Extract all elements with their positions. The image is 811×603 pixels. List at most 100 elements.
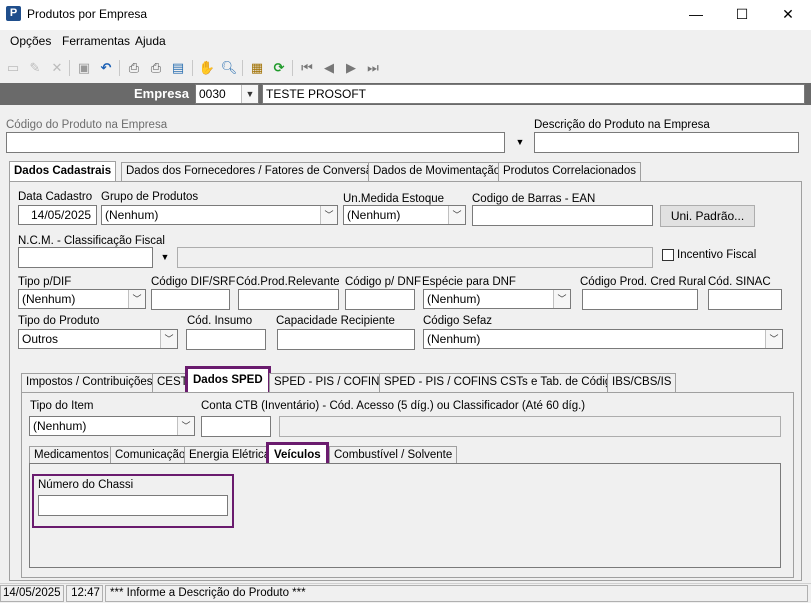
capacidade-input[interactable] — [277, 329, 415, 350]
especie-dnf-value: (Nenhum) — [427, 292, 481, 306]
toolbar-separator — [119, 60, 120, 76]
tipo-dif-value: (Nenhum) — [22, 292, 76, 306]
conta-ctb-input[interactable] — [201, 416, 271, 437]
cod-insumo-input[interactable] — [186, 329, 266, 350]
sinac-input[interactable] — [708, 289, 782, 310]
unmedida-select[interactable]: (Nenhum) ﹀ — [343, 205, 466, 225]
data-cadastro-value: 14/05/2025 — [31, 208, 92, 222]
status-date: 14/05/2025 — [0, 585, 64, 602]
menu-ferramentas[interactable]: Ferramentas — [62, 34, 130, 48]
codigo-dif-label: Código DIF/SRF — [151, 276, 236, 288]
minimize-button[interactable]: — — [673, 0, 719, 30]
chassi-input[interactable] — [38, 495, 228, 516]
descricao-produto-input[interactable] — [534, 132, 799, 153]
unmedida-label: Un.Medida Estoque — [343, 193, 445, 205]
next-record-icon[interactable]: ▶ — [342, 59, 360, 77]
toolbar-separator — [69, 60, 70, 76]
codigo-dnf-label: Código p/ DNF — [345, 276, 422, 288]
ncm-description-field — [177, 247, 653, 268]
unmedida-value: (Nenhum) — [347, 208, 401, 222]
sinac-label: Cód. SINAC — [708, 276, 771, 288]
tipo-dif-label: Tipo p/DIF — [18, 276, 72, 288]
chevron-down-icon[interactable]: ▼ — [241, 85, 258, 103]
tipo-produto-select[interactable]: Outros ﹀ — [18, 329, 178, 349]
chassi-label: Número do Chassi — [38, 479, 134, 491]
ncm-input[interactable] — [18, 247, 153, 268]
especie-dnf-label: Espécie para DNF — [422, 276, 516, 288]
delete-icon[interactable]: ✕ — [48, 59, 66, 77]
empresa-name-field[interactable]: TESTE PROSOFT — [262, 84, 805, 104]
grupo-produtos-value: (Nenhum) — [105, 208, 159, 222]
tab-fornecedores[interactable]: Dados dos Fornecedores / Fatores de Conv… — [121, 162, 384, 181]
previous-record-icon[interactable]: ◀ — [320, 59, 338, 77]
toolbar-separator — [292, 60, 293, 76]
search-icon[interactable]: 🔍︎ — [220, 59, 238, 77]
tipo-dif-select[interactable]: (Nenhum) ﹀ — [18, 289, 146, 309]
toolbar-separator — [192, 60, 193, 76]
chevron-down-icon[interactable]: ﹀ — [553, 290, 570, 308]
save-icon[interactable]: ▣ — [75, 59, 93, 77]
hand-icon[interactable]: ✋ — [198, 59, 216, 77]
grupo-produtos-select[interactable]: (Nenhum) ﹀ — [101, 205, 338, 225]
cod-prod-relevante-label: Cód.Prod.Relevante — [236, 276, 340, 288]
chevron-down-icon[interactable]: ﹀ — [765, 330, 782, 348]
uni-padrao-button[interactable]: Uni. Padrão... — [660, 205, 755, 227]
properties-icon[interactable]: ▦ — [248, 59, 266, 77]
menu-ajuda[interactable]: Ajuda — [135, 34, 166, 48]
data-cadastro-input[interactable]: 14/05/2025 — [18, 205, 97, 225]
especie-dnf-select[interactable]: (Nenhum) ﹀ — [423, 289, 571, 309]
chevron-down-icon[interactable]: ﹀ — [160, 330, 177, 348]
cod-insumo-label: Cód. Insumo — [187, 315, 253, 327]
tipo-produto-label: Tipo do Produto — [18, 315, 100, 327]
first-record-icon[interactable]: ⏮ — [298, 59, 316, 77]
codigo-dif-input[interactable] — [151, 289, 230, 310]
chevron-down-icon[interactable]: ﹀ — [128, 290, 145, 308]
conta-ctb-label: Conta CTB (Inventário) - Cód. Acesso (5 … — [201, 400, 586, 412]
tab-correlacionados[interactable]: Produtos Correlacionados — [498, 162, 641, 181]
codigo-produto-dropdown-icon[interactable]: ▼ — [509, 132, 531, 153]
tab-dados-sped[interactable]: Dados SPED — [185, 366, 271, 395]
chevron-down-icon[interactable]: ﹀ — [177, 417, 194, 435]
undo-icon[interactable]: ↶ — [97, 59, 115, 77]
data-cadastro-label: Data Cadastro — [18, 191, 93, 203]
tab-dados-cadastrais[interactable]: Dados Cadastrais — [9, 161, 117, 182]
ncm-dropdown-icon[interactable]: ▼ — [155, 247, 175, 268]
tab-sped-csts[interactable]: SPED - PIS / COFINS CSTs e Tab. de Códig… — [379, 373, 629, 392]
print-preview-icon[interactable]: ⎙ — [147, 59, 165, 77]
codigo-sefaz-select[interactable]: (Nenhum) ﹀ — [423, 329, 783, 349]
maximize-button[interactable]: ☐ — [719, 0, 765, 30]
chevron-down-icon[interactable]: ﹀ — [448, 206, 465, 224]
ean-input[interactable] — [472, 205, 653, 226]
ncm-label: N.C.M. - Classificação Fiscal — [18, 235, 165, 247]
toolbar-separator — [242, 60, 243, 76]
codigo-dnf-input[interactable] — [345, 289, 415, 310]
cred-rural-input[interactable] — [582, 289, 698, 310]
close-button[interactable]: ✕ — [765, 0, 811, 30]
ean-label: Codigo de Barras - EAN — [472, 193, 596, 205]
codigo-sefaz-label: Código Sefaz — [423, 315, 493, 327]
print-icon[interactable]: ⎙ — [125, 59, 143, 77]
tab-sped-pis-cofins[interactable]: SPED - PIS / COFINS — [269, 373, 393, 392]
codigo-produto-input[interactable] — [6, 132, 505, 153]
tab-movimentacao[interactable]: Dados de Movimentação — [368, 162, 506, 181]
tab-ibs-cbs-is[interactable]: IBS/CBS/IS — [607, 373, 677, 392]
incentivo-fiscal-checkbox[interactable] — [662, 249, 674, 261]
refresh-icon[interactable]: ⟳ — [270, 59, 288, 77]
app-icon: P — [6, 6, 21, 21]
empresa-label: Empresa — [134, 86, 189, 101]
cod-prod-relevante-input[interactable] — [238, 289, 339, 310]
chevron-down-icon[interactable]: ﹀ — [320, 206, 337, 224]
edit-icon[interactable]: ✎ — [26, 59, 44, 77]
tipo-item-select[interactable]: (Nenhum) ﹀ — [29, 416, 195, 436]
last-record-icon[interactable]: ⏭ — [364, 59, 382, 77]
menu-opcoes[interactable]: Opções — [10, 34, 51, 48]
empresa-code-select[interactable]: 0030 ▼ — [195, 84, 259, 104]
tab-impostos[interactable]: Impostos / Contribuições — [21, 373, 158, 392]
empresa-code-value: 0030 — [199, 87, 226, 101]
grupo-produtos-label: Grupo de Produtos — [101, 191, 199, 203]
new-icon[interactable]: ▭ — [4, 59, 22, 77]
codigo-produto-label: Código do Produto na Empresa — [6, 119, 168, 131]
codigo-sefaz-value: (Nenhum) — [427, 332, 481, 346]
incentivo-fiscal-label: Incentivo Fiscal — [677, 249, 757, 261]
export-icon[interactable]: ▤ — [169, 59, 187, 77]
